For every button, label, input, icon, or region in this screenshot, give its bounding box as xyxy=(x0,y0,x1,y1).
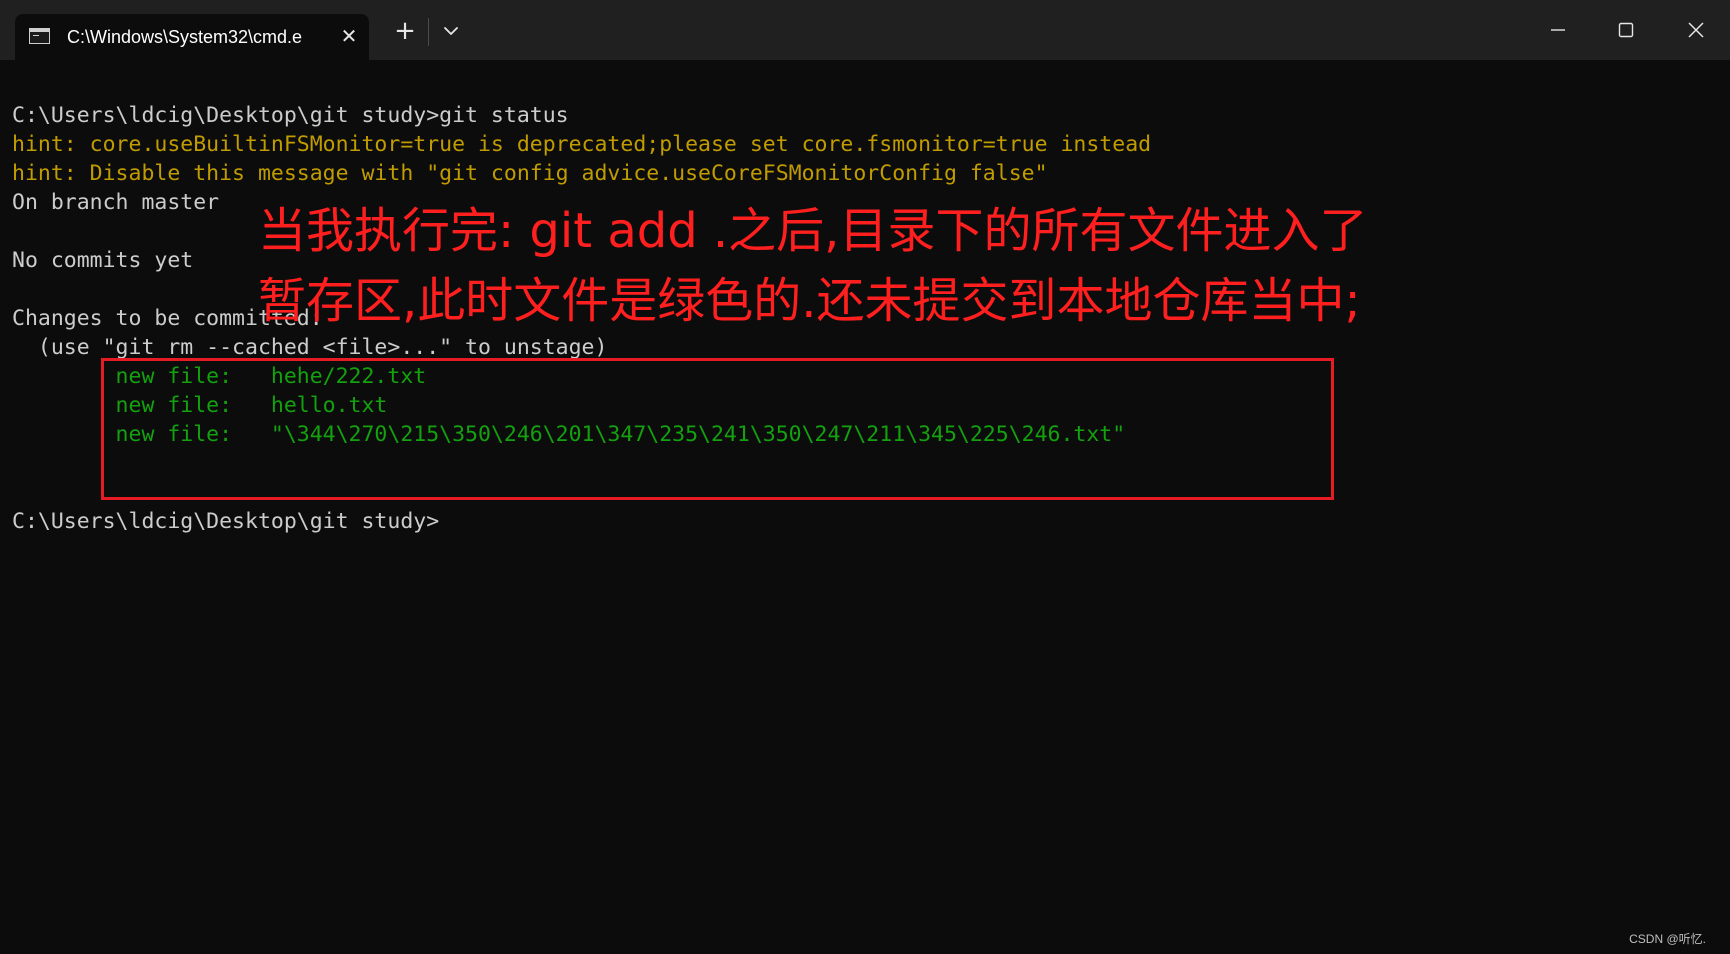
annotation-line-1: 当我执行完: git add .之后,目录下的所有文件进入了 xyxy=(258,203,1368,259)
titlebar-divider xyxy=(428,18,429,46)
minimize-icon xyxy=(1551,29,1565,31)
terminal-line: hint: Disable this message with "git con… xyxy=(12,161,1048,186)
annotation-line-2: 暂存区,此时文件是绿色的.还未提交到本地仓库当中; xyxy=(258,273,1361,329)
highlight-box xyxy=(101,358,1334,500)
minimize-button[interactable] xyxy=(1524,0,1592,60)
maximize-button[interactable] xyxy=(1592,0,1660,60)
title-bar[interactable]: C:\Windows\System32\cmd.e ✕ + xyxy=(0,0,1730,60)
terminal-icon xyxy=(29,28,50,44)
tab-title: C:\Windows\System32\cmd.e xyxy=(67,27,303,47)
tab-cmd[interactable]: C:\Windows\System32\cmd.e ✕ xyxy=(15,14,369,60)
close-icon[interactable]: ✕ xyxy=(337,24,361,48)
terminal-line: C:\Users\ldcig\Desktop\git study>git sta… xyxy=(12,103,569,128)
close-icon xyxy=(1688,22,1704,38)
terminal-window: C:\Windows\System32\cmd.e ✕ + C:\Users\l… xyxy=(0,0,1730,954)
terminal-line: hint: core.useBuiltinFSMonitor=true is d… xyxy=(12,132,1152,157)
watermark: CSDN @听忆. xyxy=(1629,932,1706,946)
terminal-line: C:\Users\ldcig\Desktop\git study> xyxy=(12,509,440,534)
chevron-down-icon[interactable] xyxy=(436,16,466,46)
close-window-button[interactable] xyxy=(1662,0,1730,60)
maximize-icon xyxy=(1618,22,1634,38)
plus-icon[interactable]: + xyxy=(390,16,420,46)
